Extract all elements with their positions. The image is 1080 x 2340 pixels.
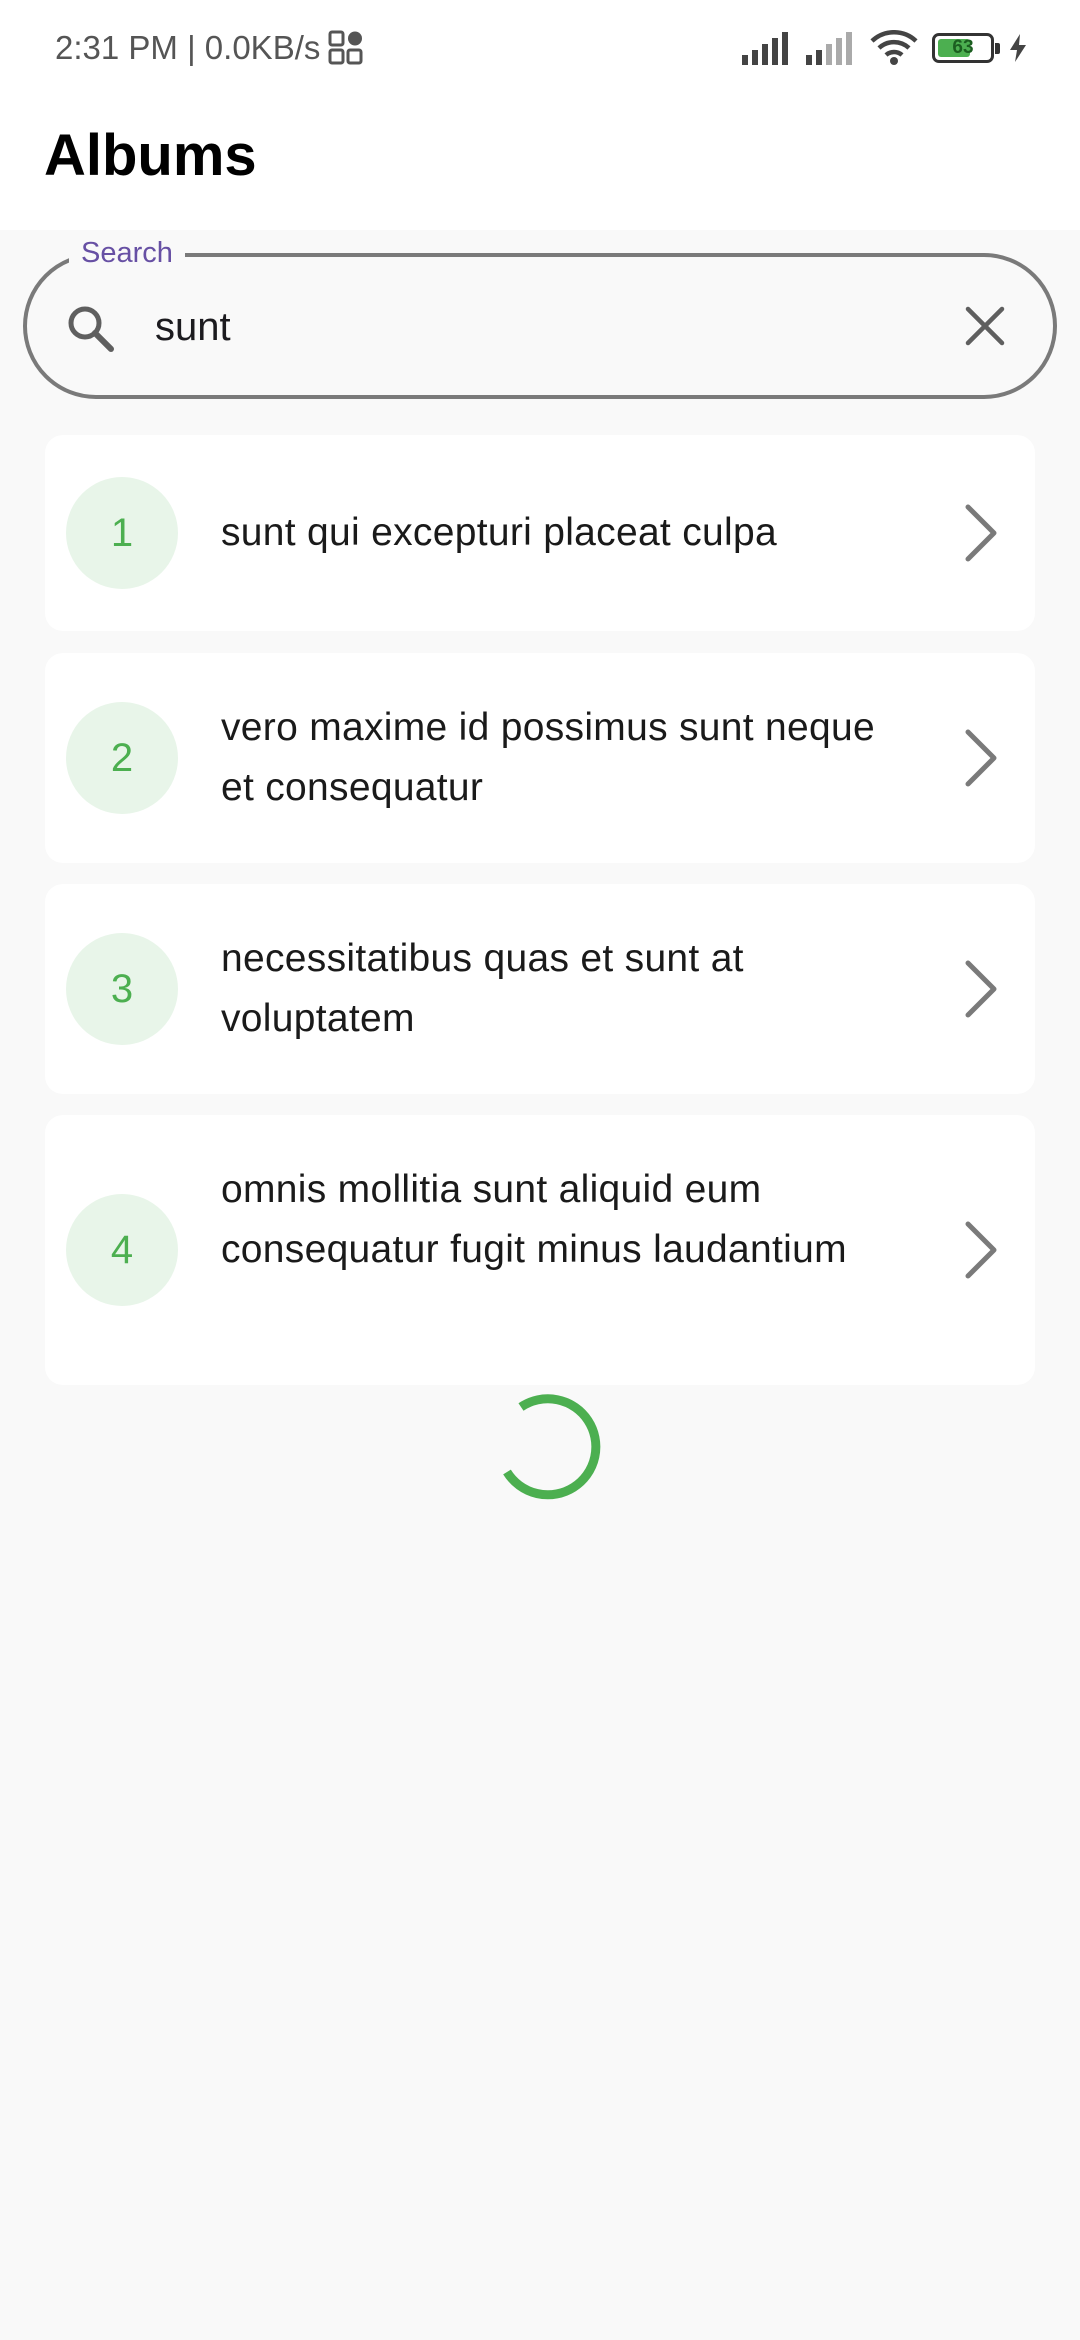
chevron-right-icon [965, 504, 997, 562]
search-label: Search [69, 233, 185, 273]
status-bar: 2:31 PM | 0.0KB/s 63 [0, 0, 1080, 96]
album-number-avatar: 4 [66, 1194, 178, 1306]
battery-icon: 63 [932, 33, 1000, 63]
chevron-right-icon [965, 1221, 997, 1279]
signal-icon [806, 32, 852, 65]
album-number-avatar: 1 [66, 477, 178, 589]
page-title: Albums [44, 123, 257, 188]
clear-search-button[interactable] [955, 295, 1015, 357]
album-number-avatar: 3 [66, 933, 178, 1045]
album-item[interactable]: 3 necessitatibus quas et sunt at volupta… [45, 884, 1035, 1094]
album-title: vero maxime id possimus sunt neque et co… [221, 706, 876, 809]
wifi-icon [870, 30, 918, 65]
album-item[interactable]: 4 omnis mollitia sunt aliquid eum conseq… [45, 1115, 1035, 1385]
search-field[interactable]: Search [23, 233, 1057, 399]
signal-icon [742, 32, 788, 65]
status-left: 2:31 PM | 0.0KB/s [55, 26, 364, 70]
search-icon [68, 306, 114, 352]
charging-icon [1010, 34, 1026, 62]
album-title: omnis mollitia sunt aliquid eum consequa… [221, 1168, 847, 1271]
app-bar: Albums [0, 96, 1080, 230]
loading-spinner [503, 1394, 601, 1500]
album-title: necessitatibus quas et sunt at voluptate… [221, 937, 744, 1040]
chevron-right-icon [965, 960, 997, 1018]
close-icon [965, 306, 1005, 346]
album-title: sunt qui excepturi placeat culpa [221, 511, 777, 554]
chevron-right-icon [965, 729, 997, 787]
battery-level: 63 [952, 37, 974, 58]
search-input[interactable] [155, 291, 935, 363]
album-item[interactable]: 2 vero maxime id possimus sunt neque et … [45, 653, 1035, 863]
album-number-avatar: 2 [66, 702, 178, 814]
albums-screen: 2:31 PM | 0.0KB/s 63 Albums Search sunt … [0, 0, 1080, 2340]
album-item[interactable]: 1 sunt qui excepturi placeat culpa [45, 435, 1035, 631]
status-right: 63 [742, 26, 1028, 70]
status-time: 2:31 PM | 0.0KB/s [55, 29, 321, 66]
apps-icon [328, 30, 363, 65]
